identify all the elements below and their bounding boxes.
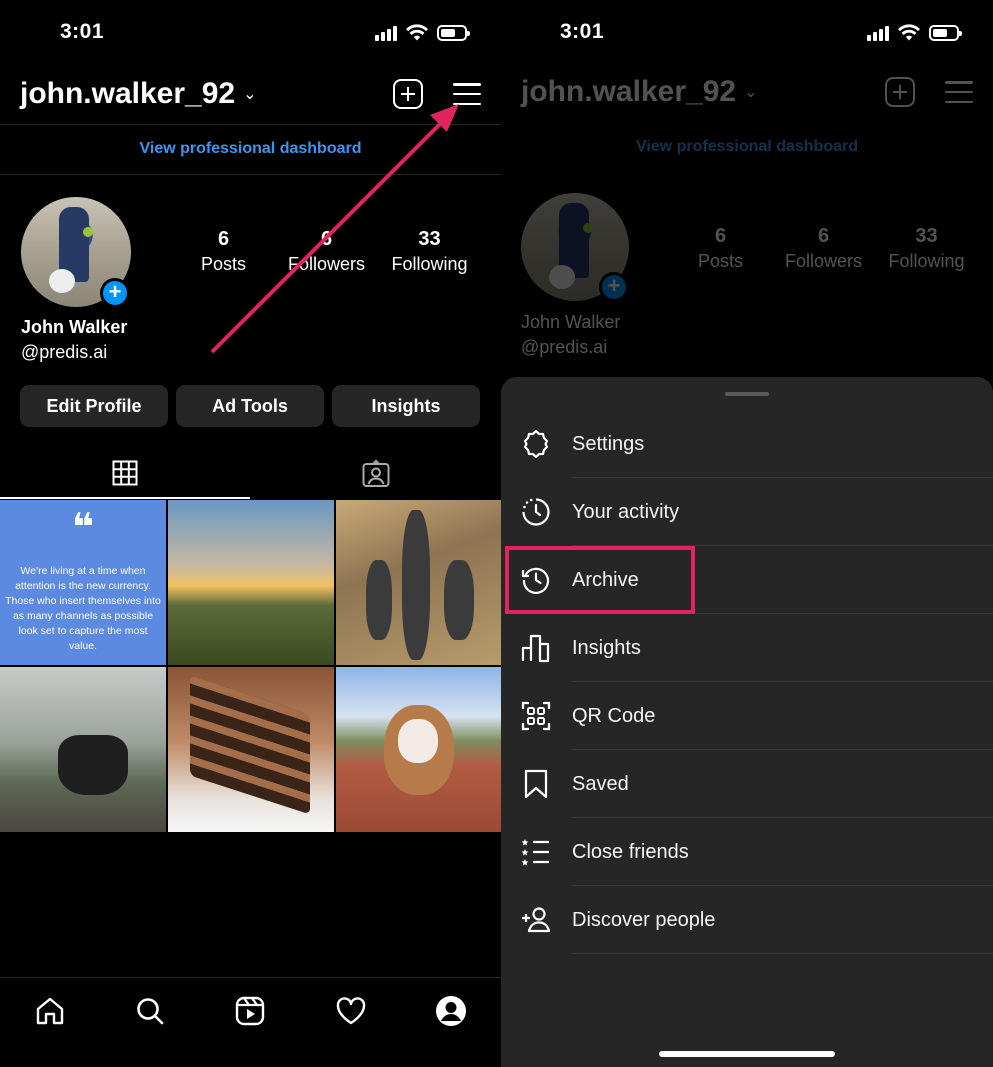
edit-profile-button[interactable]: Edit Profile [20,385,168,427]
tab-tagged[interactable] [251,448,501,499]
menu-hamburger-icon[interactable] [453,83,481,105]
profile-tabs [0,448,501,499]
stat-posts[interactable]: 6 Posts [172,228,275,275]
profile-name: John Walker [521,312,621,332]
username-switcher[interactable]: john.walker_92 [20,77,235,111]
profile-stats: 6 Posts 6 Followers 33 Following [172,228,481,275]
menu-item-qr-code[interactable]: QR Code [501,682,993,750]
post-thumbnail[interactable] [336,500,501,665]
settings-icon [521,429,551,459]
home-icon[interactable] [33,994,67,1028]
profile-avatar-icon[interactable] [434,994,468,1028]
menu-hamburger-icon [945,81,973,103]
menu-item-settings[interactable]: Settings [501,410,993,478]
stat-followers[interactable]: 6 Followers [275,228,378,275]
reels-icon[interactable] [233,994,267,1028]
tab-grid[interactable] [0,448,250,499]
menu-item-discover-people[interactable]: Discover people [501,886,993,954]
battery-icon [437,24,470,41]
search-icon[interactable] [133,994,167,1028]
post-thumbnail[interactable] [168,500,334,665]
home-indicator [659,1051,835,1057]
profile-screen: 3:01 john.walker_92 ⌄ View professional … [0,0,501,1067]
profile-handle[interactable]: @predis.ai [21,342,107,363]
post-grid: ❝ We're living at a time when attention … [0,500,501,832]
divider [0,174,501,175]
menu-screen: 3:01 john.walker_92 ⌄ View professional … [501,0,993,1067]
qr-code-icon [521,701,551,731]
create-post-icon [885,77,915,107]
ad-tools-button[interactable]: Ad Tools [176,385,324,427]
menu-item-saved[interactable]: Saved [501,750,993,818]
post-thumbnail[interactable] [336,667,501,832]
activity-icon [521,497,551,527]
archive-highlight-box [505,546,695,614]
divider [0,124,501,125]
status-bar: 3:01 [0,0,501,60]
menu-bottom-sheet: Settings Your activity Archive Insights [501,377,993,1067]
close-friends-icon [521,837,551,867]
professional-dashboard-link: View professional dashboard [636,138,858,155]
menu-item-your-activity[interactable]: Your activity [501,478,993,546]
wifi-icon [406,24,428,41]
profile-header: john.walker_92 ⌄ [20,70,481,118]
insights-icon [521,633,551,663]
add-story-icon: + [599,272,629,302]
post-thumbnail[interactable]: ❝ We're living at a time when attention … [0,500,166,665]
menu-item-insights[interactable]: Insights [501,614,993,682]
sheet-grabber[interactable] [725,392,769,396]
quote-text: We're living at a time when attention is… [5,565,161,652]
cellular-signal-icon [375,25,397,41]
heart-icon[interactable] [334,994,368,1028]
add-person-icon [521,905,551,935]
post-thumbnail[interactable] [168,667,334,832]
menu-item-close-friends[interactable]: Close friends [501,818,993,886]
professional-dashboard-link[interactable]: View professional dashboard [0,140,501,158]
post-thumbnail[interactable] [0,667,166,832]
tagged-person-icon [362,459,390,487]
quote-mark: ❝ [71,507,95,549]
username-switcher: john.walker_92 [521,75,737,108]
profile-name: John Walker [21,317,128,337]
status-time: 3:01 [60,20,105,43]
profile-handle: @predis.ai [521,337,608,357]
create-post-icon[interactable] [393,79,423,109]
bottom-nav [0,977,501,1067]
stat-following[interactable]: 33 Following [378,228,481,275]
add-story-icon[interactable]: + [100,278,130,308]
insights-button[interactable]: Insights [332,385,480,427]
chevron-down-icon: ⌄ [744,84,758,101]
bookmark-icon [521,769,551,799]
grid-icon [112,460,138,485]
chevron-down-icon[interactable]: ⌄ [243,84,256,104]
